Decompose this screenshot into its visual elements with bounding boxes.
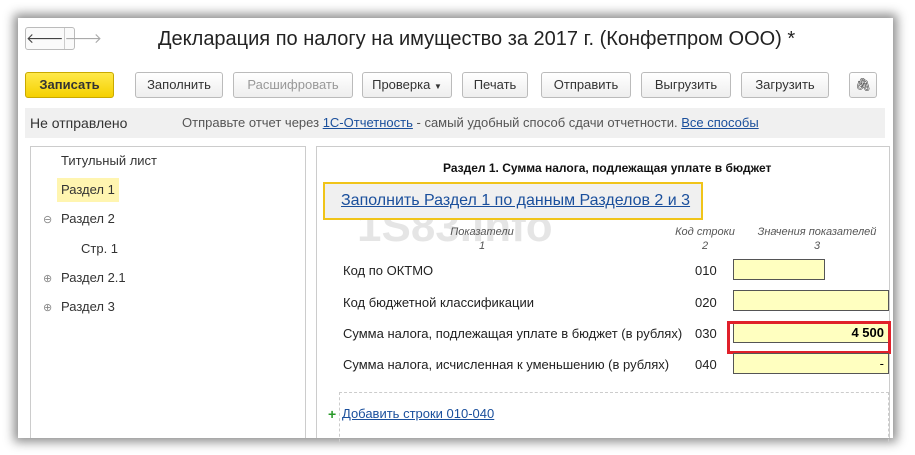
status-hint-2: - самый удобный способ сдачи отчетности.: [416, 115, 678, 130]
all-methods-link[interactable]: Все способы: [681, 115, 758, 130]
expand-icon[interactable]: ⊕: [43, 272, 52, 285]
column-header-indicators: Показатели 1: [450, 226, 514, 252]
declaration-window: 🡐 🡒 Декларация по налогу на имущество за…: [18, 18, 893, 442]
1c-reporting-link[interactable]: 1С-Отчетность: [323, 115, 413, 130]
fill-section-link[interactable]: Заполнить Раздел 1 по данным Разделов 2 …: [341, 192, 690, 209]
save-button[interactable]: Записать: [25, 72, 114, 98]
tree-item-page-1[interactable]: Стр. 1: [77, 237, 122, 261]
expand-icon[interactable]: ⊕: [43, 301, 52, 314]
paperclip-icon: 🖇: [854, 77, 872, 92]
attach-button[interactable]: 🖇: [849, 72, 877, 98]
column-header-values: Значения показателей 3: [757, 226, 877, 252]
tax-reduction-field[interactable]: -: [733, 353, 889, 374]
forward-button[interactable]: 🡒: [63, 28, 102, 49]
import-button[interactable]: Загрузить: [741, 72, 829, 98]
send-status: Не отправлено: [30, 115, 128, 131]
decode-button[interactable]: Расшифровать: [233, 72, 353, 98]
print-button[interactable]: Печать: [462, 72, 528, 98]
row-code: 010: [695, 263, 717, 278]
tree-item-section-2[interactable]: Раздел 2: [57, 207, 119, 231]
section-heading: Раздел 1. Сумма налога, подлежащая уплат…: [443, 161, 772, 175]
add-rows-link[interactable]: Добавить строки 010-040: [342, 406, 494, 421]
export-button[interactable]: Выгрузить: [641, 72, 731, 98]
plus-icon: +: [328, 406, 337, 422]
tree-item-section-2-1[interactable]: Раздел 2.1: [57, 266, 130, 290]
nav-buttons: 🡐 🡒: [25, 27, 102, 50]
chevron-down-icon: ▼: [433, 82, 442, 91]
tree-item-title-page[interactable]: Титульный лист: [57, 149, 161, 173]
section-form: Раздел 1. Сумма налога, подлежащая уплат…: [316, 146, 891, 442]
row-label: Сумма налога, подлежащая уплате в бюджет…: [343, 326, 683, 341]
fill-section-box: Заполнить Раздел 1 по данным Разделов 2 …: [323, 182, 703, 220]
row-code: 030: [695, 326, 717, 341]
column-header-code: Код строки 2: [675, 226, 735, 252]
row-label: Сумма налога, исчисленная к уменьшению (…: [343, 357, 670, 372]
highlight-frame: [727, 321, 891, 354]
tree-item-section-3[interactable]: Раздел 3: [57, 295, 119, 319]
fill-button[interactable]: Заполнить: [135, 72, 223, 98]
tree-item-section-1[interactable]: Раздел 1: [57, 178, 119, 202]
kbk-field[interactable]: [733, 290, 889, 311]
add-rows-area: + Добавить строки 010-040: [328, 392, 889, 442]
row-code: 020: [695, 295, 717, 310]
status-bar: Не отправлено Отправьте отчет через 1С-О…: [25, 108, 885, 138]
oktmo-field[interactable]: [733, 259, 825, 280]
row-code: 040: [695, 357, 717, 372]
send-button[interactable]: Отправить: [541, 72, 631, 98]
sections-tree: Титульный лист Раздел 1 ⊖ Раздел 2 Стр. …: [30, 146, 306, 438]
check-label: Проверка: [372, 77, 431, 92]
check-dropdown[interactable]: Проверка ▼: [362, 72, 452, 98]
status-hint: Отправьте отчет через: [182, 115, 320, 130]
window-title: Декларация по налогу на имущество за 201…: [158, 28, 796, 50]
row-label: Код по ОКТМО: [343, 263, 434, 278]
row-label: Код бюджетной классификации: [343, 295, 534, 310]
back-button[interactable]: 🡐: [26, 28, 64, 49]
collapse-icon[interactable]: ⊖: [43, 213, 52, 226]
